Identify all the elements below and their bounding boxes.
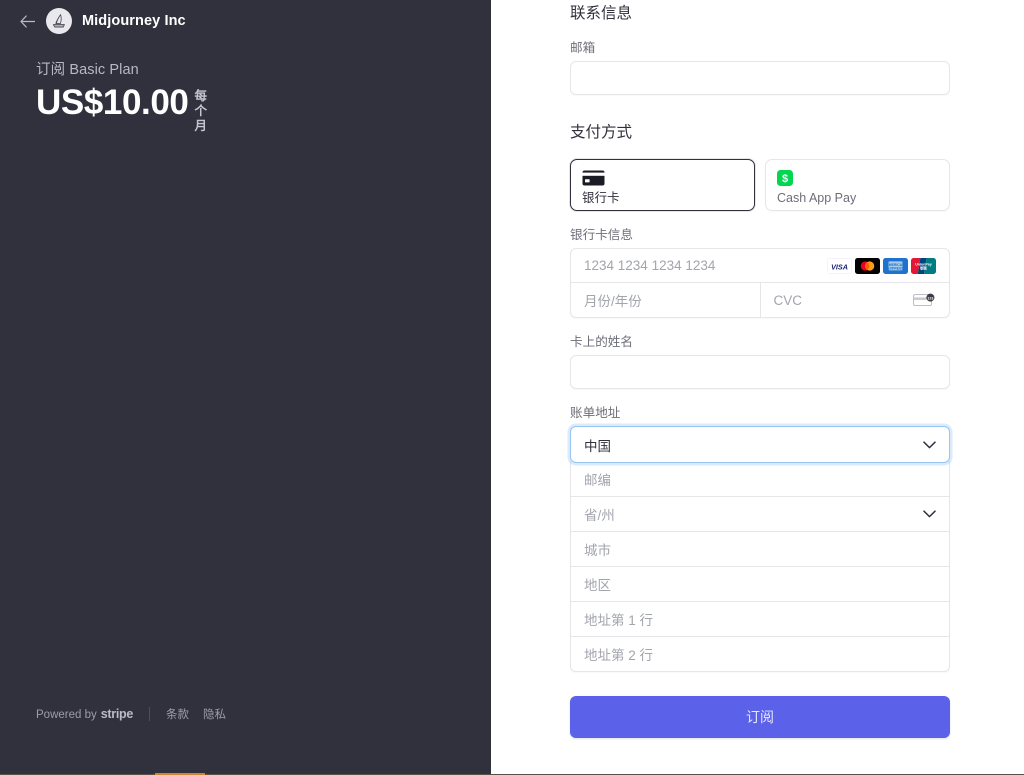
- price-interval: 每个月: [194, 89, 207, 133]
- cash-app-icon: $: [777, 169, 938, 186]
- svg-text:EXPRESS: EXPRESS: [887, 266, 904, 270]
- address-fields: 邮编 省/州 城市 地区 地址第 1 行 地址第 2 行: [570, 461, 950, 672]
- cardholder-field[interactable]: [570, 355, 950, 389]
- back-arrow-icon[interactable]: [14, 8, 40, 34]
- contact-section-title: 联系信息: [570, 5, 633, 22]
- email-field[interactable]: [570, 61, 950, 95]
- card-number-field[interactable]: 1234 1234 1234 1234 VISA AMERICAN EXPRES…: [571, 249, 949, 283]
- chevron-down-icon: [923, 440, 936, 449]
- merchant-header: Midjourney Inc: [0, 0, 491, 34]
- svg-text:银联: 银联: [920, 265, 927, 270]
- card-expiry-cvc-row: 月份/年份 CVC 123: [571, 283, 949, 317]
- payment-method-card-label: 银行卡: [582, 191, 620, 205]
- cvc-card-icon: 123: [913, 293, 936, 308]
- address-line2-field[interactable]: 地址第 2 行: [571, 636, 949, 671]
- payment-method-tabs: 银行卡 $ Cash App Pay: [570, 159, 950, 211]
- payment-section-title: 支付方式: [570, 124, 633, 141]
- merchant-name: Midjourney Inc: [82, 13, 186, 29]
- address-line1-placeholder: 地址第 1 行: [584, 613, 654, 628]
- country-select[interactable]: 中国: [570, 426, 950, 463]
- card-number-placeholder: 1234 1234 1234 1234: [584, 258, 716, 273]
- svg-text:123: 123: [927, 296, 933, 300]
- terms-link[interactable]: 条款: [166, 706, 189, 722]
- visa-icon: VISA: [827, 257, 852, 274]
- chevron-down-icon: [923, 510, 936, 518]
- payment-method-cashapp-label: Cash App Pay: [777, 191, 857, 205]
- plan-summary: 订阅 Basic Plan US$10.00 每个月: [0, 34, 491, 134]
- billing-address-group: 中国 邮编 省/州 城市 地区 地址第 1 行 地址第 2 行: [570, 426, 950, 672]
- checkout-form: 联系信息 邮箱 支付方式 银行卡 $ Cash App Pay 银行卡信息 12…: [570, 0, 950, 738]
- cardholder-label: 卡上的姓名: [570, 335, 633, 349]
- card-info-label: 银行卡信息: [570, 228, 633, 242]
- subscribe-button[interactable]: 订阅: [570, 696, 950, 738]
- address-line1-field[interactable]: 地址第 1 行: [571, 601, 949, 636]
- card-brand-icons: VISA AMERICAN EXPRESS UnionPay 银联: [827, 257, 936, 274]
- svg-text:$: $: [782, 173, 788, 185]
- state-placeholder: 省/州: [584, 508, 615, 523]
- price-amount: US$10.00: [36, 83, 189, 122]
- amex-icon: AMERICAN EXPRESS: [883, 257, 908, 274]
- card-expiry-placeholder: 月份/年份: [584, 294, 642, 309]
- card-input-group: 1234 1234 1234 1234 VISA AMERICAN EXPRES…: [570, 248, 950, 318]
- card-cvc-placeholder: CVC: [773, 292, 803, 308]
- midjourney-sailboat-logo: [46, 8, 72, 34]
- district-field[interactable]: 地区: [571, 566, 949, 601]
- email-label: 邮箱: [570, 41, 596, 55]
- country-value: 中国: [584, 438, 611, 454]
- address-line2-placeholder: 地址第 2 行: [584, 648, 654, 663]
- powered-by-label: Powered by: [36, 709, 97, 721]
- order-summary-panel: Midjourney Inc 订阅 Basic Plan US$10.00 每个…: [0, 0, 491, 775]
- card-cvc-field[interactable]: CVC 123: [759, 283, 950, 317]
- district-placeholder: 地区: [584, 578, 611, 593]
- payment-method-cashapp[interactable]: $ Cash App Pay: [765, 159, 950, 211]
- postal-code-placeholder: 邮编: [584, 472, 611, 488]
- postal-code-field[interactable]: 邮编: [571, 461, 949, 496]
- plan-label: 订阅 Basic Plan: [36, 62, 139, 78]
- city-field[interactable]: 城市: [571, 531, 949, 566]
- checkout-form-panel: 联系信息 邮箱 支付方式 银行卡 $ Cash App Pay 银行卡信息 12…: [491, 0, 1024, 775]
- billing-address-label: 账单地址: [570, 406, 621, 420]
- card-expiry-field[interactable]: 月份/年份: [571, 283, 760, 317]
- stripe-footer: Powered by stripe 条款 隐私: [36, 706, 226, 722]
- svg-text:VISA: VISA: [831, 262, 848, 271]
- unionpay-icon: UnionPay 银联: [911, 257, 936, 274]
- mastercard-icon: [855, 257, 880, 274]
- payment-method-card[interactable]: 银行卡: [570, 159, 755, 211]
- city-placeholder: 城市: [584, 543, 611, 558]
- privacy-link[interactable]: 隐私: [203, 706, 226, 722]
- state-select[interactable]: 省/州: [571, 496, 949, 531]
- stripe-wordmark: stripe: [100, 707, 134, 721]
- credit-card-icon: [582, 169, 743, 186]
- footer-divider: [148, 707, 150, 721]
- powered-by-stripe[interactable]: Powered by stripe: [36, 707, 133, 721]
- price-row: US$10.00 每个月: [36, 83, 491, 134]
- footer-links: 条款 隐私: [166, 706, 226, 722]
